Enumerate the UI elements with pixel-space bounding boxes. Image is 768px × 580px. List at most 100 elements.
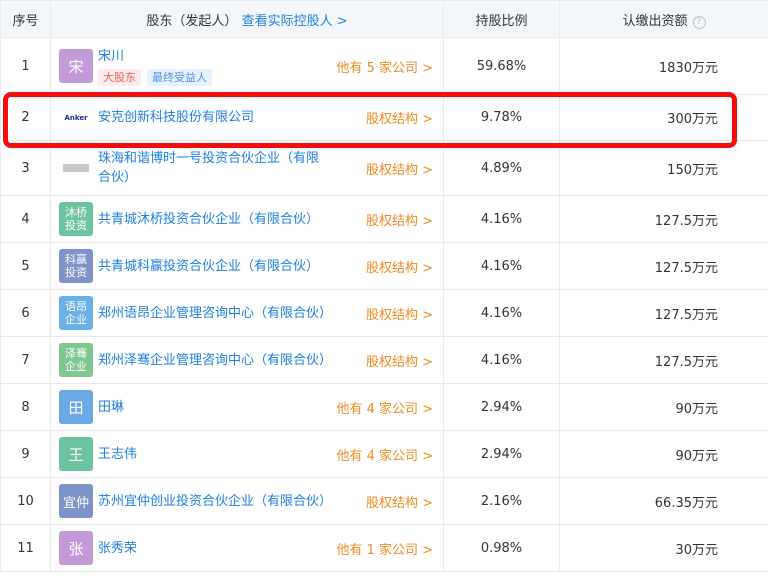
row-shareholder-cell: 宜仲 苏州宜仲创业投资合伙企业（有限合伙） 股权结构 >	[50, 477, 444, 525]
related-companies-link[interactable]: 他有 1 家公司 >	[336, 539, 433, 558]
row-amount: 150万元	[559, 140, 768, 196]
major-shareholder-tag: 大股东	[98, 68, 141, 86]
view-actual-controller-link[interactable]: 查看实际控股人 >	[242, 14, 348, 29]
shareholder-name-link[interactable]: 安克创新科技股份有限公司	[98, 108, 254, 127]
shareholder-name-link[interactable]: 苏州宜仲创业投资合伙企业（有限合伙）	[98, 492, 332, 511]
tag-group: 大股东 最终受益人	[98, 68, 212, 86]
equity-structure-link[interactable]: 股权结构 >	[366, 492, 433, 511]
row-shareholder-cell: 沐桥 投资 共青城沐桥投资合伙企业（有限合伙） 股权结构 >	[50, 195, 444, 243]
header-shareholder-label: 股东（发起人）	[146, 13, 238, 29]
row-index: 3	[0, 140, 51, 196]
row-amount: 127.5万元	[559, 336, 768, 384]
table-row: 6 语昂 企业 郑州语昂企业管理咨询中心（有限合伙） 股权结构 >4.16% 127.5万…	[0, 289, 768, 337]
table-row: 10 宜仲 苏州宜仲创业投资合伙企业（有限合伙） 股权结构 > 2.16% 66.35万元	[0, 477, 768, 525]
row-ratio: 4.16%	[443, 289, 560, 337]
shareholder-name-link[interactable]: 张秀荣	[98, 539, 137, 558]
row-index: 8	[0, 383, 51, 431]
header-index: 序号	[0, 0, 51, 38]
related-companies-link[interactable]: 他有 4 家公司 >	[336, 445, 433, 464]
row-amount: 30万元	[559, 524, 768, 572]
row-ratio: 59.68%	[443, 37, 560, 95]
row-ratio: 9.78%	[443, 94, 560, 141]
row-amount: 300万元	[559, 94, 768, 141]
equity-structure-link[interactable]: 股权结构 >	[366, 257, 433, 276]
table-row: 9 王王志伟 他有 4 家公司 > 2.94% 90万元	[0, 430, 768, 478]
table-row: 11 张张秀荣 他有 1 家公司 > 0.98% 30万元	[0, 524, 768, 572]
row-index: 6	[0, 289, 51, 337]
company-logo: Anker	[59, 100, 93, 135]
row-shareholder-cell: 张张秀荣 他有 1 家公司 >	[50, 524, 444, 572]
row-ratio: 4.16%	[443, 242, 560, 290]
table-row: 1 宋宋川 大股东 最终受益人 他有 5 家公司 > 59.68% 1830万元	[0, 37, 768, 95]
row-index: 2	[0, 94, 51, 141]
shareholder-name-link[interactable]: 共青城沐桥投资合伙企业（有限合伙）	[98, 210, 319, 229]
equity-structure-link[interactable]: 股权结构 >	[366, 304, 433, 323]
shareholder-name-link[interactable]: 宋川	[98, 47, 212, 66]
table-row: 3 珠海和谐博时一号投资合伙企业（有限合伙） 股权结构 > 4.89% 150万元	[0, 140, 768, 196]
row-amount: 1830万元	[559, 37, 768, 95]
ultimate-beneficiary-tag: 最终受益人	[147, 68, 212, 86]
row-shareholder-cell: 泽骞 企业 郑州泽骞企业管理咨询中心（有限合伙） 股权结构 >	[50, 336, 444, 384]
equity-structure-link[interactable]: 股权结构 >	[366, 210, 433, 229]
avatar-text-line: 企业	[65, 313, 87, 326]
row-shareholder-cell: 王王志伟 他有 4 家公司 >	[50, 430, 444, 478]
table-row: 4 沐桥 投资 共青城沐桥投资合伙企业（有限合伙） 股权结构 > 4.16% 127.5万元	[0, 195, 768, 243]
shareholder-name-link[interactable]: 王志伟	[98, 445, 137, 464]
company-avatar: 语昂 企业	[59, 296, 93, 330]
avatar-text-line: 语昂	[65, 300, 87, 313]
shareholder-name-link[interactable]: 共青城科赢投资合伙企业（有限合伙）	[98, 257, 319, 276]
row-ratio: 4.16%	[443, 195, 560, 243]
table-row: 7 泽骞 企业 郑州泽骞企业管理咨询中心（有限合伙） 股权结构 >4.16% 127.5万…	[0, 336, 768, 384]
equity-structure-link[interactable]: 股权结构 >	[366, 108, 433, 127]
row-ratio: 2.16%	[443, 477, 560, 525]
shareholder-name-link[interactable]: 珠海和谐博时一号投资合伙企业（有限合伙）	[98, 149, 330, 187]
company-avatar: 科赢 投资	[59, 249, 93, 283]
row-index: 11	[0, 524, 51, 572]
row-ratio: 2.94%	[443, 430, 560, 478]
avatar: 宜仲	[59, 484, 93, 518]
table-header-row: 序号 股东（发起人） 查看实际控股人 > 持股比例 认缴出资额?	[0, 0, 768, 38]
related-companies-link[interactable]: 他有 5 家公司 >	[336, 57, 433, 76]
table-row: 2 Anker 安克创新科技股份有限公司 股权结构 > 9.78% 300万元	[0, 94, 768, 141]
help-icon[interactable]: ?	[692, 15, 706, 29]
shareholder-table: 序号 股东（发起人） 查看实际控股人 > 持股比例 认缴出资额? 1 宋宋川 大股东…	[0, 0, 768, 572]
company-avatar: 沐桥 投资	[59, 202, 93, 236]
row-amount: 127.5万元	[559, 195, 768, 243]
company-logo	[59, 151, 93, 185]
avatar-text-line: 投资	[65, 219, 87, 232]
row-index: 10	[0, 477, 51, 525]
row-ratio: 4.89%	[443, 140, 560, 196]
header-ratio: 持股比例	[443, 0, 560, 38]
row-shareholder-cell: Anker 安克创新科技股份有限公司 股权结构 >	[50, 94, 444, 141]
row-ratio: 2.94%	[443, 383, 560, 431]
equity-structure-link[interactable]: 股权结构 >	[366, 351, 433, 370]
avatar-text-line: 企业	[65, 360, 87, 373]
related-companies-link[interactable]: 他有 4 家公司 >	[336, 398, 433, 417]
row-amount: 127.5万元	[559, 289, 768, 337]
row-ratio: 0.98%	[443, 524, 560, 572]
avatar: 王	[59, 437, 93, 471]
row-index: 4	[0, 195, 51, 243]
avatar: 田	[59, 390, 93, 424]
equity-structure-link[interactable]: 股权结构 >	[366, 159, 433, 178]
row-index: 7	[0, 336, 51, 384]
row-amount: 90万元	[559, 430, 768, 478]
avatar-text-line: 泽骞	[65, 347, 87, 360]
avatar-text-line: 投资	[65, 266, 87, 279]
row-shareholder-cell: 田田琳 他有 4 家公司 >	[50, 383, 444, 431]
company-avatar: 泽骞 企业	[59, 343, 93, 377]
header-shareholder: 股东（发起人） 查看实际控股人 >	[50, 0, 444, 38]
row-shareholder-cell: 宋宋川大股东 最终受益人 他有 5 家公司 >	[50, 37, 444, 95]
row-amount: 127.5万元	[559, 242, 768, 290]
row-shareholder-cell: 珠海和谐博时一号投资合伙企业（有限合伙） 股权结构 >	[50, 140, 444, 196]
table-row: 5 科赢 投资 共青城科赢投资合伙企业（有限合伙） 股权结构 >4.16% 127.5万元	[0, 242, 768, 290]
shareholder-name-link[interactable]: 田琳	[98, 398, 124, 417]
row-amount: 66.35万元	[559, 477, 768, 525]
avatar: 宋	[59, 49, 93, 83]
row-amount: 90万元	[559, 383, 768, 431]
shareholder-name-link[interactable]: 郑州泽骞企业管理咨询中心（有限合伙）	[98, 351, 332, 370]
table-row: 8 田田琳 他有 4 家公司 > 2.94% 90万元	[0, 383, 768, 431]
shareholder-name-link[interactable]: 郑州语昂企业管理咨询中心（有限合伙）	[98, 304, 332, 323]
logo-text: Anker	[64, 113, 88, 122]
avatar: 张	[59, 531, 93, 565]
